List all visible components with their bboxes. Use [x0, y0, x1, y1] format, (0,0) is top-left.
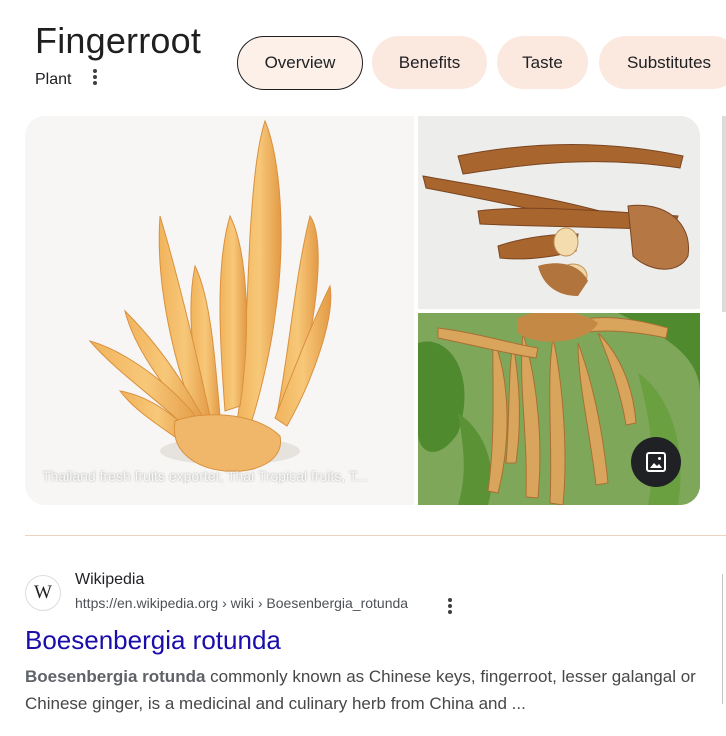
more-options-icon[interactable]	[88, 67, 102, 87]
image-icon	[646, 452, 666, 472]
result-title-link[interactable]: Boesenbergia rotunda	[25, 625, 281, 656]
image-gallery-button[interactable]	[631, 437, 681, 487]
result-url[interactable]: https://en.wikipedia.org › wiki › Boesen…	[75, 595, 408, 611]
entity-type-label: Plant	[35, 71, 72, 88]
tab-benefits[interactable]: Benefits	[372, 36, 487, 89]
tab-bar: Overview Benefits Taste Substitutes	[237, 36, 726, 91]
wikipedia-favicon-icon[interactable]: W	[25, 575, 61, 611]
tab-substitutes[interactable]: Substitutes	[599, 36, 726, 89]
tab-taste[interactable]: Taste	[497, 36, 588, 89]
snippet-highlight: Boesenbergia rotunda	[25, 667, 206, 686]
side-panel-edge	[722, 574, 726, 704]
main-image[interactable]	[25, 116, 414, 505]
section-divider	[25, 535, 726, 536]
result-snippet: Boesenbergia rotunda commonly known as C…	[25, 663, 715, 717]
result-more-options-icon[interactable]	[443, 596, 457, 616]
image-caption[interactable]: Thailand fresh fruits exporter, Thai Tro…	[42, 468, 368, 484]
tab-overview[interactable]: Overview	[237, 36, 363, 90]
secondary-image-top[interactable]	[418, 116, 700, 309]
result-source-name[interactable]: Wikipedia	[75, 571, 144, 589]
next-image-peek[interactable]	[722, 116, 726, 312]
page-title: Fingerroot	[35, 20, 202, 61]
